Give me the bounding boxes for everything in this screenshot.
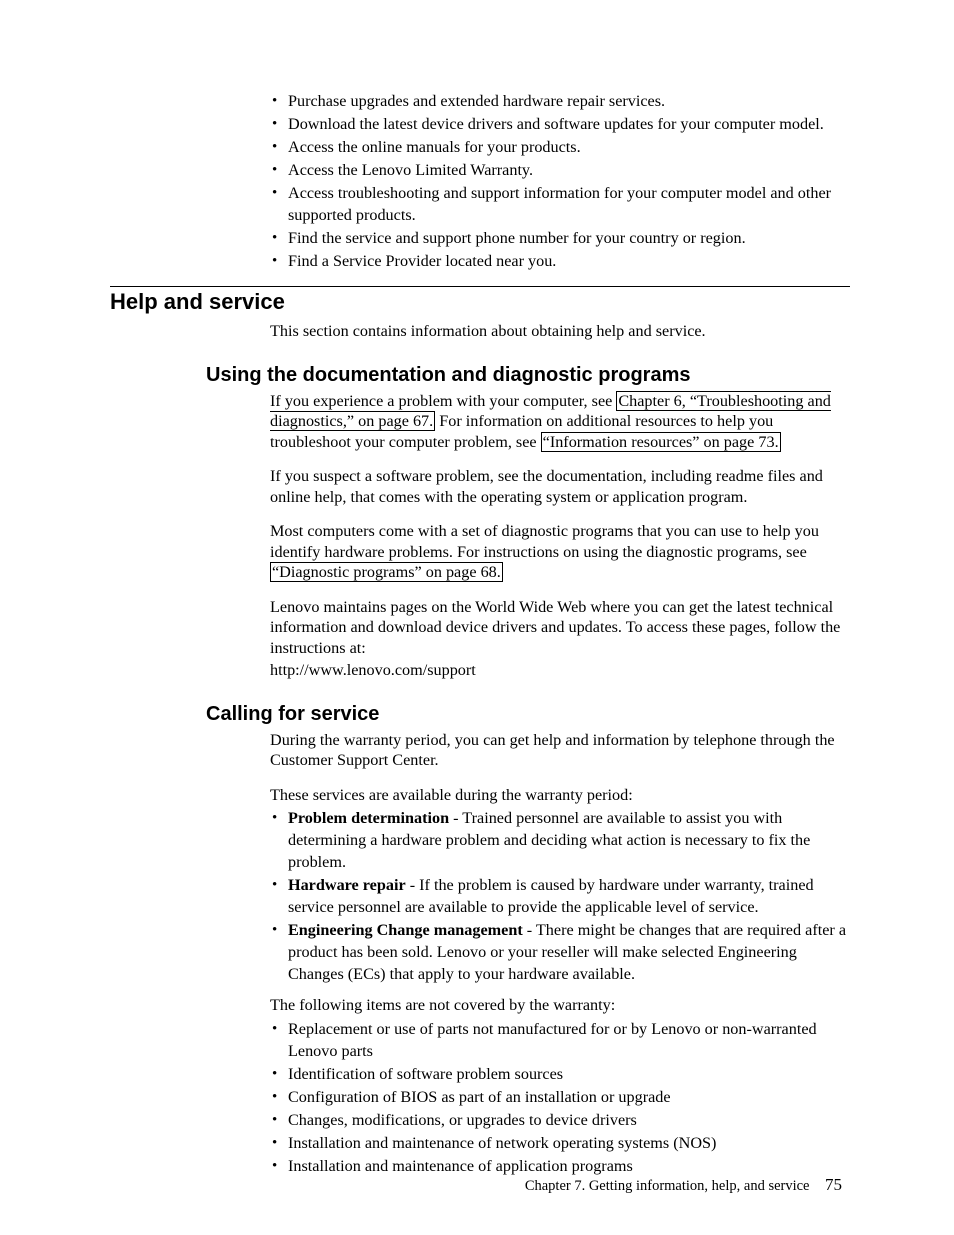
calling-block: During the warranty period, you can get … — [270, 730, 850, 1177]
page-footer: Chapter 7. Getting information, help, an… — [525, 1175, 842, 1195]
services-list: Problem determination - Trained personne… — [270, 807, 850, 985]
paragraph: This section contains information about … — [270, 321, 850, 342]
section-rule — [110, 286, 850, 287]
paragraph: During the warranty period, you can get … — [270, 730, 850, 771]
help-intro-block: This section contains information about … — [270, 321, 850, 342]
paragraph: These services are available during the … — [270, 785, 850, 806]
top-bullet-list: Purchase upgrades and extended hardware … — [270, 90, 850, 272]
not-covered-list: Replacement or use of parts not manufact… — [270, 1018, 850, 1177]
list-item: Changes, modifications, or upgrades to d… — [270, 1109, 850, 1131]
heading-help-and-service: Help and service — [110, 289, 850, 315]
list-item: Engineering Change management - There mi… — [270, 919, 850, 985]
heading-calling-for-service: Calling for service — [206, 703, 850, 726]
xref-link-diagnostic-programs[interactable]: “Diagnostic programs” on page 68. — [270, 562, 503, 582]
list-item: Find the service and support phone numbe… — [270, 227, 850, 249]
list-item: Installation and maintenance of network … — [270, 1132, 850, 1154]
paragraph: If you experience a problem with your co… — [270, 391, 850, 453]
paragraph: The following items are not covered by t… — [270, 995, 850, 1016]
list-item: Identification of software problem sourc… — [270, 1063, 850, 1085]
heading-using-docs: Using the documentation and diagnostic p… — [206, 364, 850, 387]
list-item: Problem determination - Trained personne… — [270, 807, 850, 873]
paragraph: Most computers come with a set of diagno… — [270, 521, 850, 583]
text: Most computers come with a set of diagno… — [270, 522, 819, 561]
term: Problem determination — [288, 809, 449, 827]
top-bullet-block: Purchase upgrades and extended hardware … — [270, 90, 850, 272]
term: Hardware repair — [288, 876, 406, 894]
list-item: Installation and maintenance of applicat… — [270, 1155, 850, 1177]
list-item: Access the Lenovo Limited Warranty. — [270, 159, 850, 181]
list-item: Purchase upgrades and extended hardware … — [270, 90, 850, 112]
text: If you experience a problem with your co… — [270, 392, 616, 410]
list-item: Replacement or use of parts not manufact… — [270, 1018, 850, 1062]
list-item: Find a Service Provider located near you… — [270, 250, 850, 272]
xref-link-info-resources[interactable]: “Information resources” on page 73. — [541, 432, 781, 452]
term: Engineering Change management — [288, 921, 523, 939]
footer-chapter: Chapter 7. Getting information, help, an… — [525, 1178, 810, 1194]
paragraph: If you suspect a software problem, see t… — [270, 466, 850, 507]
footer-page-number: 75 — [825, 1175, 842, 1194]
list-item: Hardware repair - If the problem is caus… — [270, 874, 850, 918]
list-item: Access troubleshooting and support infor… — [270, 182, 850, 226]
list-item: Download the latest device drivers and s… — [270, 113, 850, 135]
page-content: Purchase upgrades and extended hardware … — [110, 90, 850, 1187]
using-docs-block: If you experience a problem with your co… — [270, 391, 850, 681]
list-item: Access the online manuals for your produ… — [270, 136, 850, 158]
paragraph: Lenovo maintains pages on the World Wide… — [270, 597, 850, 659]
list-item: Configuration of BIOS as part of an inst… — [270, 1086, 850, 1108]
url-text: http://www.lenovo.com/support — [270, 660, 850, 681]
